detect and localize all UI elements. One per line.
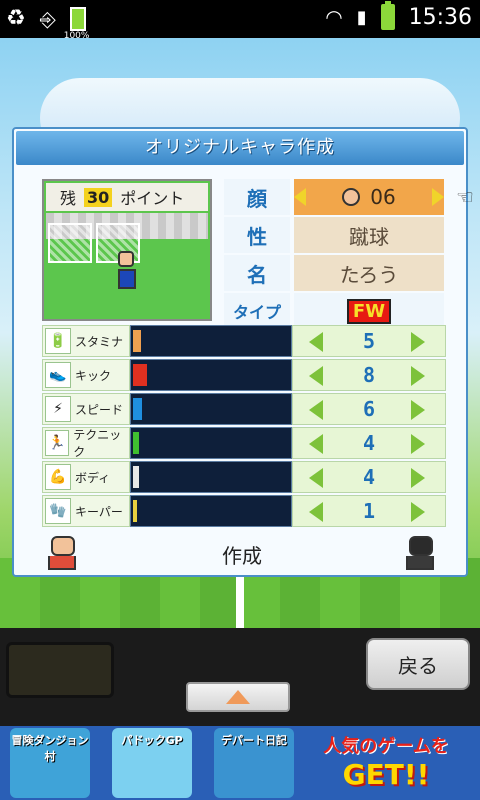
ad-copy[interactable]: 人気のゲームを GET!! xyxy=(298,732,474,796)
face-icon xyxy=(342,188,361,206)
stat-bar-fill xyxy=(133,330,141,352)
sex-label: 性 xyxy=(224,217,290,253)
face-next-icon[interactable] xyxy=(432,188,444,206)
name-label: 名 xyxy=(224,255,290,291)
points-prefix: 残 xyxy=(60,189,77,208)
menu-display-box xyxy=(6,642,114,698)
battery-icon xyxy=(380,1,395,30)
stat-icon: ⚡ xyxy=(45,396,71,422)
dialog-title: オリジナルキャラ作成 xyxy=(16,131,464,165)
goal-net-left xyxy=(48,223,92,263)
stat-name: 🏃 テクニック xyxy=(42,427,130,459)
stat-row: 🏃 テクニック 4 xyxy=(42,427,446,461)
character-info: 顔 06 ☜ 性 蹴球 名 たろう タイプ FW xyxy=(224,179,474,331)
ad-copy-line1: 人気のゲームを xyxy=(323,736,449,757)
face-selector[interactable]: 06 ☜ xyxy=(294,179,474,215)
name-value[interactable]: たろう xyxy=(294,255,444,291)
stat-control: 8 xyxy=(292,359,446,391)
increase-icon[interactable] xyxy=(411,468,425,488)
position-badge: FW xyxy=(346,298,392,324)
recycle-icon: ♻ xyxy=(6,6,26,31)
stat-name: 🔋 スタミナ xyxy=(42,325,130,357)
stat-icon: 🧤 xyxy=(45,498,71,524)
increase-icon[interactable] xyxy=(411,332,425,352)
type-value[interactable]: FW xyxy=(294,293,444,329)
stat-icon: 👟 xyxy=(45,362,71,388)
remaining-points: 残 30 ポイント xyxy=(46,183,208,211)
stat-name: 👟 キック xyxy=(42,359,130,391)
stat-bar xyxy=(130,461,292,493)
sex-value[interactable]: 蹴球 xyxy=(294,217,444,253)
increase-icon[interactable] xyxy=(411,502,425,522)
stats-list: 🔋 スタミナ 5 👟 キック 8 ⚡ スピード 6 🏃 テクニック 4 💪 ボディ 4 🧤 キーパー 1 xyxy=(42,325,446,529)
ad-banner[interactable]: 冒険ダンジョン村 パドックGP デパート日記 人気のゲームを GET!! xyxy=(0,726,480,800)
stat-label: ボディ xyxy=(75,470,111,485)
bottom-panel: 戻る xyxy=(0,628,480,726)
battery-icon: 100% xyxy=(64,6,89,41)
clock: 15:36 xyxy=(408,4,472,30)
ad-thumb-0[interactable]: 冒険ダンジョン村 xyxy=(10,728,90,798)
stat-label: キーパー xyxy=(75,504,123,519)
boy-character-sprite xyxy=(406,536,436,572)
stat-row: 💪 ボディ 4 xyxy=(42,461,446,495)
stat-bar-fill xyxy=(133,398,142,420)
stat-control: 6 xyxy=(292,393,446,425)
stat-row: 👟 キック 8 xyxy=(42,359,446,393)
stat-label: スタミナ xyxy=(75,334,124,349)
stat-control: 5 xyxy=(292,325,446,357)
create-button[interactable]: 作成 xyxy=(164,539,320,573)
stat-row: 🧤 キーパー 1 xyxy=(42,495,446,529)
status-bar: ♻ ⎆ 100% ◠ ▮ 15:36 xyxy=(0,0,480,41)
stat-bar xyxy=(130,495,292,527)
stat-control: 4 xyxy=(292,461,446,493)
face-label: 顔 xyxy=(224,179,290,215)
name-row: 名 たろう xyxy=(224,255,444,291)
stat-name: 💪 ボディ xyxy=(42,461,130,493)
expand-up-button[interactable] xyxy=(186,682,290,712)
back-button[interactable]: 戻る xyxy=(366,638,470,690)
stat-label: キック xyxy=(75,368,112,383)
stat-control: 4 xyxy=(292,427,446,459)
pointer-hand-icon: ☜ xyxy=(456,185,474,209)
girl-character-sprite xyxy=(48,536,78,572)
stat-name: ⚡ スピード xyxy=(42,393,130,425)
face-prev-icon[interactable] xyxy=(294,188,306,206)
ad-thumb-1[interactable]: パドックGP xyxy=(112,728,192,798)
stat-bar-fill xyxy=(133,466,139,488)
wifi-icon: ◠ xyxy=(325,5,343,29)
stat-icon: 💪 xyxy=(45,464,71,490)
increase-icon[interactable] xyxy=(411,434,425,454)
stat-control: 1 xyxy=(292,495,446,527)
stat-bar-fill xyxy=(133,432,139,454)
stat-bar xyxy=(130,359,292,391)
type-row: タイプ FW xyxy=(224,293,444,329)
stat-name: 🧤 キーパー xyxy=(42,495,130,527)
increase-icon[interactable] xyxy=(411,400,425,420)
points-value: 30 xyxy=(84,187,113,207)
stat-label: スピード xyxy=(75,402,124,417)
stat-bar-fill xyxy=(133,364,147,386)
stat-bar xyxy=(130,325,292,357)
ad-thumb-2[interactable]: デパート日記 xyxy=(214,728,294,798)
points-pitch-panel: 残 30 ポイント xyxy=(42,179,212,321)
type-label: タイプ xyxy=(224,293,290,329)
points-suffix: ポイント xyxy=(120,189,185,208)
stat-row: 🔋 スタミナ 5 xyxy=(42,325,446,359)
stat-bar xyxy=(130,393,292,425)
stat-label: テクニック xyxy=(73,428,122,459)
player-preview-sprite xyxy=(118,251,136,291)
character-create-dialog: オリジナルキャラ作成 残 30 ポイント 顔 06 ☜ 性 蹴球 名 たろう タ… xyxy=(12,127,474,577)
increase-icon[interactable] xyxy=(411,366,425,386)
stat-icon: 🏃 xyxy=(45,430,70,456)
usb-icon: ⎆ xyxy=(39,6,56,31)
stat-bar xyxy=(130,427,292,459)
face-value: 06 xyxy=(370,185,396,209)
sex-row: 性 蹴球 xyxy=(224,217,444,253)
stat-bar-fill xyxy=(133,500,137,522)
face-row: 顔 06 ☜ xyxy=(224,179,474,215)
stat-row: ⚡ スピード 6 xyxy=(42,393,446,427)
signal-icon: ▮ xyxy=(356,6,367,28)
ad-copy-line2: GET!! xyxy=(342,758,430,791)
stat-icon: 🔋 xyxy=(45,328,71,354)
